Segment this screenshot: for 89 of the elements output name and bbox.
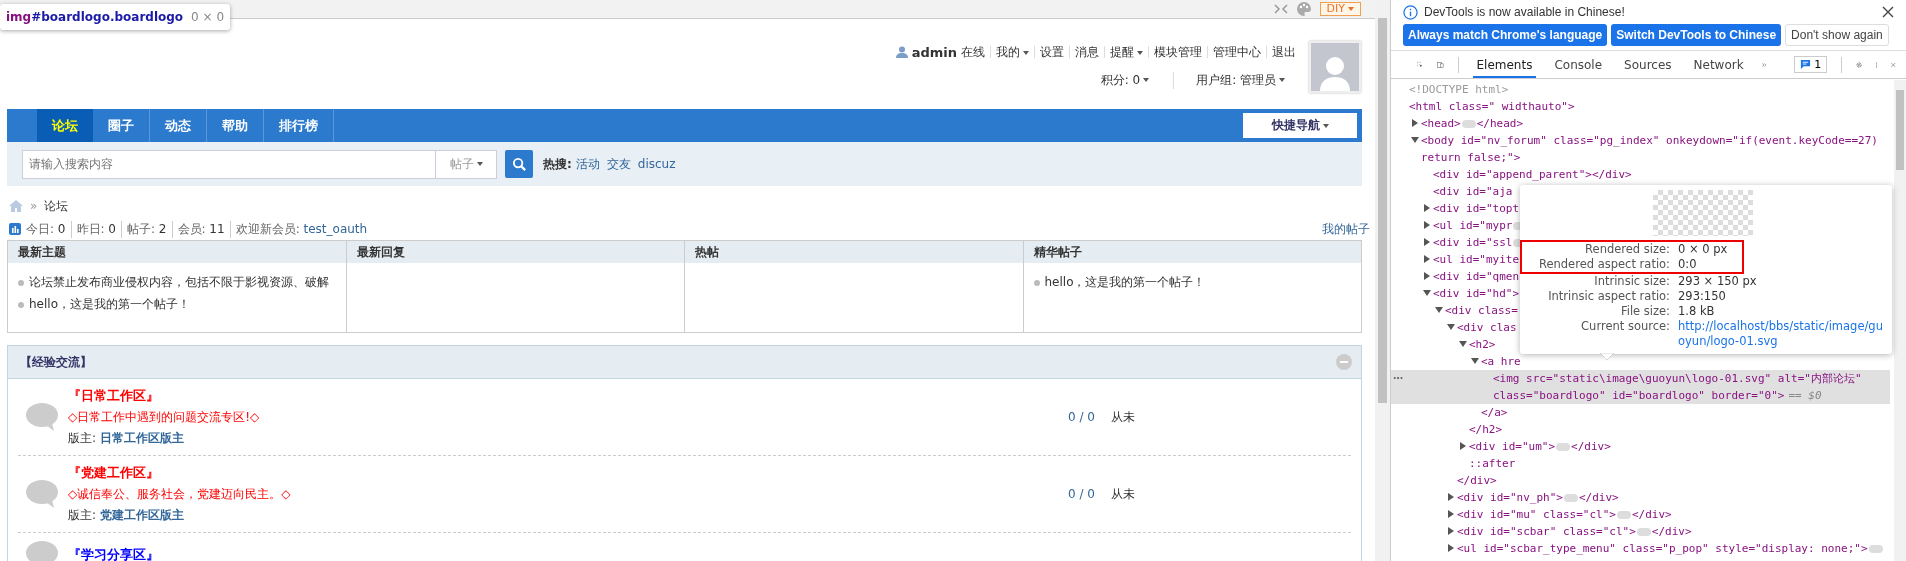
breadcrumb-separator: » (30, 199, 38, 213)
dom-node[interactable]: <div class= (1445, 302, 1518, 319)
dom-node[interactable]: ::after (1469, 455, 1516, 472)
dom-node[interactable]: <div id="hd"> (1433, 285, 1520, 302)
hot-search-link[interactable]: 活动 (575, 155, 600, 173)
moderator-label: 版主: (68, 508, 97, 522)
property-value: 1.8 kB (1678, 304, 1715, 319)
user-menu-link[interactable]: 提醒 (1104, 46, 1148, 58)
last-post-text: 从未 (1111, 408, 1135, 426)
hot-search-link[interactable]: 交友 (606, 155, 631, 173)
notice-button[interactable]: Switch DevTools to Chinese (1611, 24, 1782, 46)
thread-link[interactable]: hello，这是我的第一个帖子！ (1033, 274, 1361, 291)
notice-button[interactable]: Always match Chrome's language (1403, 24, 1608, 46)
user-menu-link[interactable]: 消息 (1069, 46, 1104, 58)
hot-search-link[interactable]: discuz (637, 157, 676, 171)
column-header: 最新回复 (346, 241, 684, 263)
status-text: 在线 (961, 43, 985, 61)
property-value: 293:150 (1678, 289, 1726, 304)
property-label: Rendered aspect ratio: (1538, 257, 1671, 272)
dom-node[interactable]: <a hre (1481, 353, 1521, 370)
property-value: 293 × 150 px (1678, 274, 1757, 289)
user-info-link[interactable]: 用户组: 管理员 (1173, 71, 1295, 89)
moderator-link[interactable]: 党建工作区版主 (99, 508, 184, 522)
my-posts-link[interactable]: 我的帖子 (1322, 220, 1370, 238)
dom-node[interactable]: <h2> (1469, 336, 1496, 353)
user-menu-link[interactable]: 模块管理 (1148, 46, 1207, 58)
column-header: 热帖 (685, 241, 1023, 263)
devtools-tab[interactable]: Network (1689, 51, 1748, 78)
post-count: 0 / 0 (1068, 487, 1096, 501)
user-menu-link[interactable]: 退出 (1266, 46, 1301, 58)
forum-title-link[interactable]: 『日常工作区』 (68, 387, 1068, 405)
user-menu-link[interactable]: 我的 (990, 46, 1034, 58)
dom-node[interactable]: <div clas (1457, 319, 1517, 336)
dom-node[interactable]: <body id="nv_forum" class="pg_index" onkeydown="if(event.keyCode==27) return false;"> (1421, 132, 1886, 166)
dom-node[interactable]: <div id="nv_ph"> </div> (1457, 489, 1619, 506)
stat-text: 昨日: 0 (70, 220, 121, 238)
property-label: Intrinsic aspect ratio: (1547, 289, 1671, 304)
devtools-tab[interactable]: Console (1550, 51, 1607, 78)
property-label: Rendered size: (1584, 242, 1671, 257)
username-link[interactable]: admin (911, 44, 957, 60)
dom-node[interactable]: <div id="mu" class="cl"> </div> (1457, 506, 1672, 523)
closing-tag: </a> (1481, 404, 1508, 421)
property-value: 0 × 0 px (1678, 242, 1728, 257)
closing-tag: </div> (1457, 472, 1497, 489)
hot-search-label: 热搜: (543, 155, 572, 173)
user-info-link[interactable]: 积分: 0 (1100, 71, 1160, 89)
stat-text: 会员: 11 (171, 220, 230, 238)
stat-text: 欢迎新会员: test_oauth (229, 220, 373, 238)
stat-text: 今日: 0 (25, 220, 67, 238)
source-url-link[interactable]: http://localhost/bbs/static/image/guoyun/logo-01.svg (1678, 319, 1884, 349)
dom-node[interactable]: <html class=" widthauto"> (1409, 98, 1575, 115)
notice-text: DevTools is now available in Chinese! (1424, 5, 1625, 19)
moderator-link[interactable]: 日常工作区版主 (99, 431, 184, 445)
dom-node[interactable]: <div id="scbar" class="cl"> </div> (1457, 523, 1692, 540)
closing-tag: </h2> (1469, 421, 1503, 438)
column-header: 最新主题 (8, 241, 346, 263)
property-value: 0:0 (1678, 257, 1697, 272)
devtools-tab[interactable]: Elements (1472, 51, 1537, 78)
size-text: 0 × 0 (191, 10, 225, 24)
dom-node[interactable]: <div id="append_parent"></div> (1433, 166, 1632, 183)
category-title[interactable]: 【经验交流】 (20, 353, 92, 371)
devtools-tab[interactable]: Sources (1620, 51, 1676, 78)
search-field[interactable]: 请输入搜索内容 (22, 149, 436, 179)
user-menu-link[interactable]: 管理中心 (1207, 46, 1266, 58)
breadcrumb-link[interactable]: 论坛 (44, 197, 69, 215)
thread-link[interactable]: hello，这是我的第一个帖子！ (18, 296, 346, 313)
moderator-label: 版主: (68, 431, 97, 445)
quick-nav-button[interactable]: 快捷导航 (1243, 113, 1357, 138)
selector-text: img#boardlogo.boardlogo (6, 10, 184, 24)
notice-button[interactable]: Don't show again (1785, 24, 1889, 46)
forum-title-link[interactable]: 『学习分享区』 (68, 546, 1068, 561)
dom-node[interactable]: <div id="um"> </div> (1469, 438, 1611, 455)
nav-tab[interactable]: 论坛 (37, 109, 93, 142)
property-label: Intrinsic size: (1593, 274, 1671, 289)
last-post-text: 从未 (1111, 485, 1135, 503)
property-label: File size: (1619, 304, 1671, 319)
thread-link[interactable]: 论坛禁止发布商业侵权内容，包括不限于影视资源、破解 (18, 274, 346, 291)
forum-description: ◇日常工作中遇到的问题交流专区!◇ (68, 409, 261, 426)
forum-description: ◇诚信奉公、服务社会，党建迈向民主。◇ (68, 486, 292, 503)
dom-node[interactable]: <head> </head> (1421, 115, 1524, 132)
post-count: 0 / 0 (1068, 410, 1096, 424)
user-menu-link[interactable]: 设置 (1034, 46, 1069, 58)
forum-title-link[interactable]: 『党建工作区』 (68, 464, 1068, 482)
dom-node[interactable]: <div id="aja (1433, 183, 1513, 200)
column-header: 精华帖子 (1023, 241, 1361, 263)
stat-text: 帖子: 2 (121, 220, 172, 238)
issues-button[interactable]: 1 (1794, 56, 1828, 73)
dom-node[interactable]: <ul id="scbar_type_menu" class="p_pop" style="display: none;"> (1457, 540, 1884, 557)
property-label: Current source: (1580, 319, 1671, 335)
